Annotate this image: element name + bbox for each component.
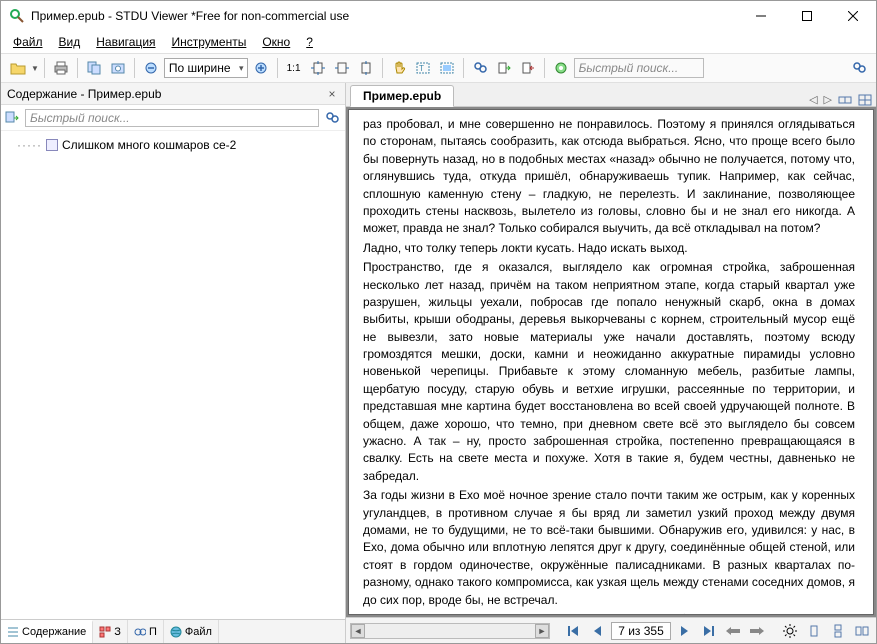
page-icon	[46, 139, 58, 151]
tab-file[interactable]: Файл	[164, 620, 219, 643]
page-view[interactable]: раз пробовал, и мне совершенно не понрав…	[348, 109, 874, 615]
paragraph: За годы жизни в Ехо моё ночное зрение ст…	[363, 487, 855, 609]
sidebar-search-row: Быстрый поиск...	[1, 105, 345, 131]
document-tabs: Пример.epub ◁ ▷	[346, 83, 876, 107]
tree-item-label: Слишком много кошмаров ce-2	[62, 138, 236, 152]
sidebar: Содержание - Пример.epub × Быстрый поиск…	[1, 83, 346, 643]
tab-contents[interactable]: Содержание	[1, 620, 93, 643]
tab-thumbnails[interactable]: З	[93, 620, 128, 643]
sidebar-close-button[interactable]: ×	[325, 87, 339, 101]
history-forward-button[interactable]	[747, 622, 767, 640]
views-grid-icon[interactable]	[858, 94, 872, 106]
sidebar-search-go[interactable]	[323, 109, 341, 127]
copy-button[interactable]	[83, 57, 105, 79]
quick-search-input[interactable]: Быстрый поиск...	[574, 58, 704, 78]
zoom-in-button[interactable]	[250, 57, 272, 79]
document-tab[interactable]: Пример.epub	[350, 85, 454, 107]
next-page-button[interactable]	[675, 622, 695, 640]
body: Содержание - Пример.epub × Быстрый поиск…	[1, 83, 876, 643]
last-page-button[interactable]	[699, 622, 719, 640]
titlebar: Пример.epub - STDU Viewer *Free for non-…	[1, 1, 876, 31]
sidebar-search-input[interactable]: Быстрый поиск...	[25, 109, 319, 127]
menu-tools[interactable]: Инструменты	[166, 33, 253, 51]
menu-file[interactable]: Файл	[7, 33, 49, 51]
scroll-left-icon[interactable]: ◄	[351, 624, 365, 638]
open-button[interactable]	[7, 57, 29, 79]
minimize-button[interactable]	[738, 1, 784, 31]
separator	[44, 58, 45, 78]
separator	[77, 58, 78, 78]
scroll-right-icon[interactable]: ►	[535, 624, 549, 638]
snapshot-button[interactable]	[107, 57, 129, 79]
search-go-button[interactable]	[848, 57, 870, 79]
app-window: Пример.epub - STDU Viewer *Free for non-…	[0, 0, 877, 644]
sync-icon[interactable]	[5, 111, 21, 125]
menu-window[interactable]: Окно	[256, 33, 296, 51]
contents-tree[interactable]: ····· Слишком много кошмаров ce-2	[1, 131, 345, 619]
thumbnails-icon	[99, 626, 111, 638]
tree-connector: ·····	[17, 138, 42, 152]
separator	[382, 58, 383, 78]
paragraph: Ладно, что толку теперь локти кусать. На…	[363, 240, 855, 257]
menu-view[interactable]: Вид	[53, 33, 87, 51]
history-back-button[interactable]	[723, 622, 743, 640]
paragraph: Всё к лучшему – наверняка через этот про…	[363, 611, 855, 615]
tab-next-icon[interactable]: ▷	[824, 93, 832, 106]
contents-icon	[7, 626, 19, 638]
toolbar: ▼ По ширине 1:1 T Быстрый поиск...	[1, 53, 876, 83]
separator	[544, 58, 545, 78]
fit-height-button[interactable]	[355, 57, 377, 79]
menu-nav[interactable]: Навигация	[90, 33, 161, 51]
zoom-out-button[interactable]	[140, 57, 162, 79]
window-title: Пример.epub - STDU Viewer *Free for non-…	[31, 9, 738, 23]
maximize-button[interactable]	[784, 1, 830, 31]
view-single-button[interactable]	[804, 622, 824, 640]
find-button[interactable]	[469, 57, 491, 79]
tab-search[interactable]: П	[128, 620, 164, 643]
content-viewport: раз пробовал, и мне совершенно не понрав…	[346, 107, 876, 617]
settings-button[interactable]	[550, 57, 572, 79]
paragraph: Пространство, где я оказался, выглядело …	[363, 259, 855, 485]
sidebar-title: Содержание - Пример.epub ×	[1, 83, 345, 105]
sidebar-tabs: Содержание З П Файл	[1, 619, 345, 643]
menubar: Файл Вид Навигация Инструменты Окно ?	[1, 31, 876, 53]
brightness-button[interactable]	[780, 622, 800, 640]
horizontal-scrollbar[interactable]: ◄ ►	[350, 623, 550, 639]
select-text-button[interactable]: T	[412, 57, 434, 79]
separator	[277, 58, 278, 78]
tree-item[interactable]: ····· Слишком много кошмаров ce-2	[5, 137, 341, 153]
zoom-select[interactable]: По ширине	[164, 58, 248, 78]
statusbar: ◄ ► 7 из 355	[346, 617, 876, 643]
view-continuous-button[interactable]	[828, 622, 848, 640]
print-button[interactable]	[50, 57, 72, 79]
separator	[134, 58, 135, 78]
paragraph: раз пробовал, и мне совершенно не понрав…	[363, 116, 855, 238]
hand-tool-button[interactable]	[388, 57, 410, 79]
view-facing-button[interactable]	[852, 622, 872, 640]
first-page-button[interactable]	[563, 622, 583, 640]
export-text-button[interactable]	[493, 57, 515, 79]
views-row-icon[interactable]	[838, 94, 852, 106]
export-image-button[interactable]	[517, 57, 539, 79]
svg-text:T: T	[419, 64, 424, 73]
globe-icon	[170, 626, 182, 638]
prev-page-button[interactable]	[587, 622, 607, 640]
fit-page-button[interactable]	[307, 57, 329, 79]
close-button[interactable]	[830, 1, 876, 31]
actual-size-button[interactable]: 1:1	[283, 57, 305, 79]
page-number-input[interactable]: 7 из 355	[611, 622, 671, 640]
select-image-button[interactable]	[436, 57, 458, 79]
separator	[463, 58, 464, 78]
tab-prev-icon[interactable]: ◁	[809, 93, 817, 106]
main-area: Пример.epub ◁ ▷ раз пробовал, и мне сове…	[346, 83, 876, 643]
app-icon	[9, 8, 25, 24]
fit-width-button[interactable]	[331, 57, 353, 79]
binoculars-icon	[134, 626, 146, 638]
menu-help[interactable]: ?	[300, 33, 319, 51]
